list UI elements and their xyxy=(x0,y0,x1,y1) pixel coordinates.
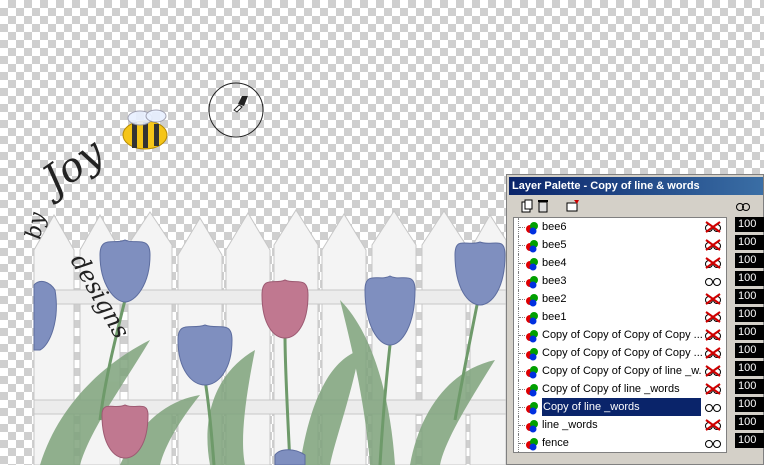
hidden-eye-icon[interactable] xyxy=(704,383,722,395)
svg-text:Joy: Joy xyxy=(29,129,114,207)
raster-layer-icon xyxy=(526,222,538,235)
layer-name: Copy of Copy of line _words xyxy=(542,383,680,395)
opacity-column: 100 100 100 100 100 100 100 100 100 100 100 100 100 xyxy=(733,197,764,463)
hidden-eye-icon[interactable] xyxy=(704,239,722,251)
layer-row[interactable]: bee3 xyxy=(514,272,726,290)
raster-layer-icon xyxy=(526,402,538,415)
layer-name: bee1 xyxy=(542,311,567,323)
raster-layer-icon xyxy=(526,258,538,271)
layer-row[interactable]: Copy of line _words xyxy=(514,398,726,416)
raster-layer-icon xyxy=(526,240,538,253)
hidden-eye-icon[interactable] xyxy=(704,311,722,323)
opacity-field[interactable]: 100 xyxy=(735,343,764,358)
opacity-field[interactable]: 100 xyxy=(735,379,764,394)
layer-name: bee6 xyxy=(542,221,567,233)
layer-row[interactable]: Copy of Copy of line _words xyxy=(514,380,726,398)
layer-name: bee4 xyxy=(542,257,567,269)
opacity-field[interactable]: 100 xyxy=(735,325,764,340)
new-layer-icon[interactable] xyxy=(519,198,535,214)
opacity-field[interactable]: 100 xyxy=(735,235,764,250)
brush-cursor-icon xyxy=(208,82,264,138)
layer-palette-window[interactable]: Layer Palette - Copy of line & words bee… xyxy=(506,174,764,465)
opacity-field[interactable]: 100 xyxy=(735,415,764,430)
layer-list[interactable]: bee6 bee5 bee4 bee3 bee2 bee1 Copy of Co… xyxy=(513,217,727,453)
palette-title[interactable]: Layer Palette - Copy of line & words xyxy=(509,177,763,195)
raster-layer-icon xyxy=(526,330,538,343)
delete-layer-icon[interactable] xyxy=(535,198,551,214)
visible-eye-icon[interactable] xyxy=(704,401,722,413)
hidden-eye-icon[interactable] xyxy=(704,419,722,431)
layer-row[interactable]: bee6 xyxy=(514,218,726,236)
layer-name: bee3 xyxy=(542,275,567,287)
bee-image xyxy=(122,109,168,150)
layer-row[interactable]: bee5 xyxy=(514,236,726,254)
layer-name: bee2 xyxy=(542,293,567,305)
layer-name: fence xyxy=(542,437,569,449)
layer-row[interactable]: bee2 xyxy=(514,290,726,308)
raster-layer-icon xyxy=(526,366,538,379)
layer-name: Copy of line _words xyxy=(542,398,701,416)
layer-name: line _words xyxy=(542,419,598,431)
visible-eye-icon[interactable] xyxy=(704,437,722,449)
opacity-field[interactable]: 100 xyxy=(735,307,764,322)
layer-row[interactable]: line _words xyxy=(514,416,726,434)
hidden-eye-icon[interactable] xyxy=(704,293,722,305)
hidden-eye-icon[interactable] xyxy=(704,257,722,269)
svg-text:by: by xyxy=(21,210,50,241)
visibility-toggle-icon[interactable] xyxy=(735,198,751,214)
opacity-field[interactable]: 100 xyxy=(735,361,764,376)
layer-name: Copy of Copy of Copy of line _w... xyxy=(542,365,702,377)
layer-name: bee5 xyxy=(542,239,567,251)
raster-layer-icon xyxy=(526,276,538,289)
hidden-eye-icon[interactable] xyxy=(704,365,722,377)
raster-layer-icon xyxy=(526,348,538,361)
raster-layer-icon xyxy=(526,384,538,397)
raster-layer-icon xyxy=(526,420,538,433)
raster-layer-icon xyxy=(526,312,538,325)
raster-layer-icon xyxy=(526,438,538,451)
hidden-eye-icon[interactable] xyxy=(704,329,722,341)
layer-row[interactable]: Copy of Copy of Copy of line _w... xyxy=(514,362,726,380)
hidden-eye-icon[interactable] xyxy=(704,221,722,233)
layer-name: Copy of Copy of Copy of Copy ... xyxy=(542,329,702,341)
raster-layer-icon xyxy=(526,294,538,307)
layer-row[interactable]: Copy of Copy of Copy of Copy ... xyxy=(514,326,726,344)
layer-row[interactable]: bee1 xyxy=(514,308,726,326)
palette-toolbar xyxy=(509,197,763,215)
opacity-field[interactable]: 100 xyxy=(735,217,764,232)
opacity-field[interactable]: 100 xyxy=(735,397,764,412)
layer-properties-icon[interactable] xyxy=(565,198,581,214)
opacity-field[interactable]: 100 xyxy=(735,433,764,448)
opacity-field[interactable]: 100 xyxy=(735,289,764,304)
layer-row[interactable]: fence xyxy=(514,434,726,452)
opacity-field[interactable]: 100 xyxy=(735,271,764,286)
layer-row[interactable]: Copy of Copy of Copy of Copy ... xyxy=(514,344,726,362)
opacity-field[interactable]: 100 xyxy=(735,253,764,268)
hidden-eye-icon[interactable] xyxy=(704,347,722,359)
layer-name: Copy of Copy of Copy of Copy ... xyxy=(542,347,702,359)
visible-eye-icon[interactable] xyxy=(704,275,722,287)
layer-row[interactable]: bee4 xyxy=(514,254,726,272)
